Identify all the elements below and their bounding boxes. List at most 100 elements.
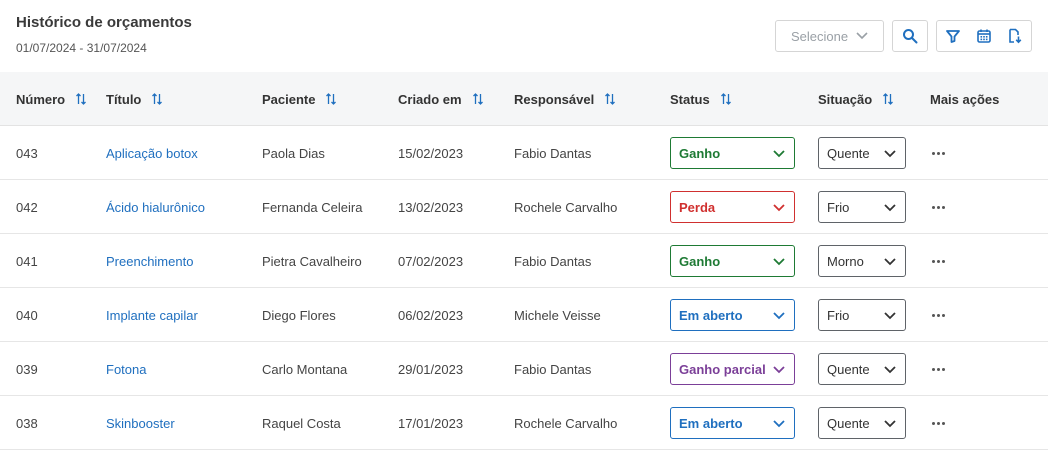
column-header-numero[interactable]: Número — [16, 72, 87, 126]
cell-mais-acoes — [930, 342, 947, 396]
export-icon — [1009, 28, 1022, 44]
column-header-criado-em[interactable]: Criado em — [398, 72, 484, 126]
table-row: 040 Implante capilar Diego Flores 06/02/… — [0, 288, 1048, 342]
chevron-down-icon — [884, 366, 896, 374]
calendar-button[interactable] — [968, 21, 999, 51]
sort-icon[interactable] — [472, 92, 484, 106]
sort-icon[interactable] — [325, 92, 337, 106]
filter-icon — [945, 30, 960, 43]
column-header-situacao[interactable]: Situação — [818, 72, 894, 126]
situacao-value: Frio — [827, 307, 850, 323]
table-row: 038 Skinbooster Raquel Costa 17/01/2023 … — [0, 396, 1048, 450]
date-range: 01/07/2024 - 31/07/2024 — [16, 41, 147, 55]
chevron-down-icon — [773, 312, 785, 320]
status-value: Perda — [679, 199, 716, 215]
situacao-dropdown[interactable]: Quente — [818, 353, 906, 385]
cell-titulo-link[interactable]: Aplicação botox — [106, 126, 198, 180]
cell-criado-em: 15/02/2023 — [398, 145, 464, 161]
cell-responsavel: Fabio Dantas — [514, 361, 592, 377]
more-actions-icon[interactable] — [930, 256, 947, 267]
cell-titulo-link[interactable]: Ácido hialurônico — [106, 180, 205, 234]
cell-situacao: Quente — [818, 126, 906, 180]
table-row: 042 Ácido hialurônico Fernanda Celeira 1… — [0, 180, 1048, 234]
cell-responsavel: Fabio Dantas — [514, 253, 592, 269]
situacao-dropdown[interactable]: Frio — [818, 191, 906, 223]
column-header-label: Situação — [818, 91, 873, 107]
table-row: 039 Fotona Carlo Montana 29/01/2023 Fabi… — [0, 342, 1048, 396]
sort-icon[interactable] — [604, 92, 616, 106]
sort-icon[interactable] — [720, 92, 732, 106]
status-value: Ganho parcial — [679, 361, 766, 377]
situacao-value: Frio — [827, 199, 850, 215]
status-value: Ganho — [679, 145, 721, 161]
chevron-down-icon — [884, 258, 896, 266]
sort-icon[interactable] — [882, 92, 894, 106]
situacao-value: Quente — [827, 361, 870, 377]
chevron-down-icon — [884, 312, 896, 320]
chevron-down-icon — [773, 204, 785, 212]
cell-numero: 043 — [16, 145, 38, 161]
search-button[interactable] — [892, 20, 928, 52]
cell-numero: 042 — [16, 199, 38, 215]
status-dropdown[interactable]: Perda — [670, 191, 795, 223]
column-header-label: Número — [16, 91, 66, 107]
cell-mais-acoes — [930, 126, 947, 180]
situacao-dropdown[interactable]: Quente — [818, 137, 906, 169]
cell-titulo-link[interactable]: Fotona — [106, 342, 146, 396]
sort-icon[interactable] — [151, 92, 163, 106]
cell-status: Ganho — [670, 126, 795, 180]
cell-responsavel: Fabio Dantas — [514, 145, 592, 161]
cell-situacao: Quente — [818, 342, 906, 396]
situacao-dropdown[interactable]: Morno — [818, 245, 906, 277]
cell-titulo-link[interactable]: Preenchimento — [106, 234, 193, 288]
export-button[interactable] — [1000, 21, 1031, 51]
status-dropdown[interactable]: Em aberto — [670, 299, 795, 331]
column-header-titulo[interactable]: Título — [106, 72, 163, 126]
budgets-table: Número Título Paciente Criado em Respons… — [0, 72, 1048, 450]
page-header: Histórico de orçamentos 01/07/2024 - 31/… — [0, 0, 1048, 72]
cell-situacao: Frio — [818, 288, 906, 342]
column-header-responsavel[interactable]: Responsável — [514, 72, 616, 126]
situacao-dropdown[interactable]: Quente — [818, 407, 906, 439]
filter-button[interactable] — [937, 21, 968, 51]
status-dropdown[interactable]: Em aberto — [670, 407, 795, 439]
selecione-dropdown[interactable]: Selecione — [775, 20, 884, 52]
page-title: Histórico de orçamentos — [16, 14, 192, 31]
column-header-label: Mais ações — [930, 91, 1000, 107]
more-actions-icon[interactable] — [930, 310, 947, 321]
cell-situacao: Frio — [818, 180, 906, 234]
column-header-paciente[interactable]: Paciente — [262, 72, 337, 126]
cell-mais-acoes — [930, 396, 947, 450]
calendar-icon — [977, 29, 991, 43]
cell-situacao: Quente — [818, 396, 906, 450]
situacao-dropdown[interactable]: Frio — [818, 299, 906, 331]
cell-numero: 039 — [16, 361, 38, 377]
status-dropdown[interactable]: Ganho parcial — [670, 353, 795, 385]
chevron-down-icon — [884, 420, 896, 428]
column-header-label: Status — [670, 91, 710, 107]
cell-paciente: Carlo Montana — [262, 361, 348, 377]
cell-titulo-link[interactable]: Implante capilar — [106, 288, 198, 342]
cell-situacao: Morno — [818, 234, 906, 288]
select-placeholder: Selecione — [791, 28, 849, 44]
situacao-value: Morno — [827, 253, 864, 269]
status-dropdown[interactable]: Ganho — [670, 137, 795, 169]
status-dropdown[interactable]: Ganho — [670, 245, 795, 277]
more-actions-icon[interactable] — [930, 202, 947, 213]
cell-criado-em: 07/02/2023 — [398, 253, 464, 269]
search-icon — [903, 29, 918, 44]
chevron-down-icon — [884, 150, 896, 158]
sort-icon[interactable] — [75, 92, 87, 106]
more-actions-icon[interactable] — [930, 148, 947, 159]
cell-titulo-link[interactable]: Skinbooster — [106, 396, 175, 450]
chevron-down-icon — [773, 420, 785, 428]
cell-mais-acoes — [930, 288, 947, 342]
cell-responsavel: Rochele Carvalho — [514, 415, 618, 431]
status-value: Em aberto — [679, 415, 743, 431]
chevron-down-icon — [773, 366, 785, 374]
table-body: 043 Aplicação botox Paola Dias 15/02/202… — [0, 126, 1048, 450]
column-header-status[interactable]: Status — [670, 72, 732, 126]
more-actions-icon[interactable] — [930, 418, 947, 429]
status-value: Em aberto — [679, 307, 743, 323]
more-actions-icon[interactable] — [930, 364, 947, 375]
